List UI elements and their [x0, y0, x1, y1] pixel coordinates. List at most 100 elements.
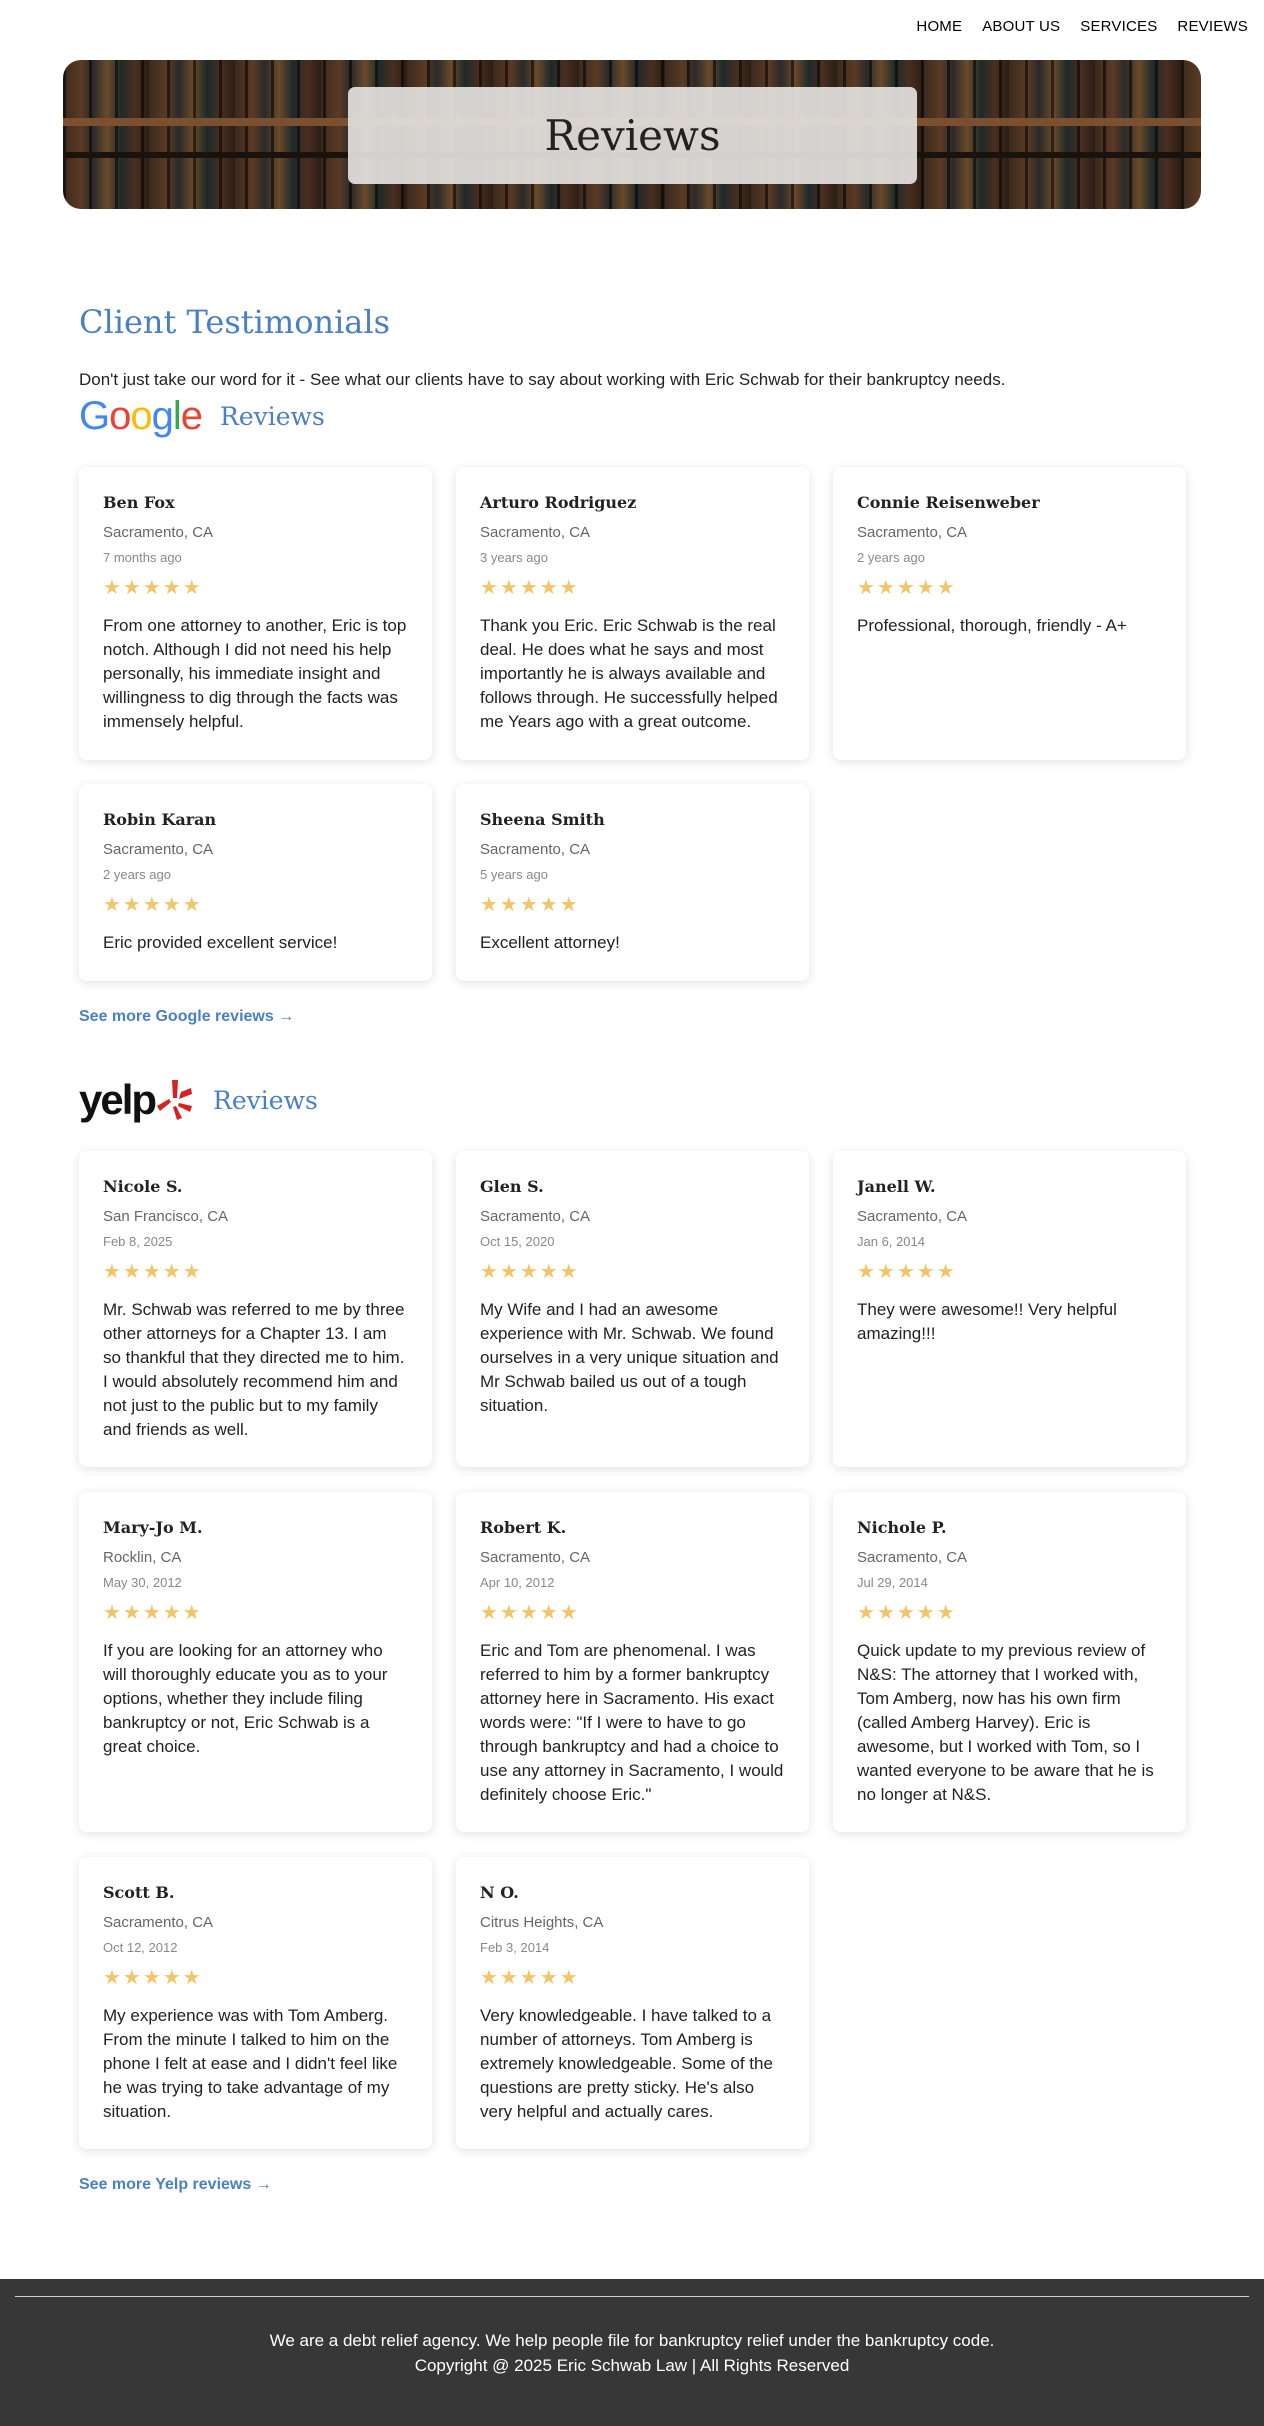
review-card: Sheena Smith Sacramento, CA 5 years ago ★★★… [456, 784, 809, 981]
review-text: Eric and Tom are phenomenal. I was refer… [480, 1641, 784, 1804]
review-text: My Wife and I had an awesome experience … [480, 1300, 779, 1415]
google-reviews-header: Google Reviews [79, 396, 325, 436]
review-text: Mr. Schwab was referred to me by three o… [103, 1300, 405, 1439]
review-text: If you are looking for an attorney who w… [103, 1641, 388, 1756]
review-date: Apr 10, 2012 [480, 1575, 555, 1590]
review-card: Glen S. Sacramento, CA Oct 15, 2020 ★★★★★ My… [456, 1151, 809, 1467]
review-date: Feb 3, 2014 [480, 1940, 550, 1955]
review-card: Mary-Jo M. Rocklin, CA May 30, 2012 ★★★★★ If… [79, 1492, 432, 1832]
review-card: Ben Fox Sacramento, CA 7 months ago ★★★★★ Fr… [79, 467, 432, 760]
review-card: Connie Reisenweber Sacramento, CA 2 years … [833, 467, 1186, 760]
reviewer-name: Glen S. [480, 1177, 544, 1196]
reviewer-name: Nichole P. [857, 1518, 947, 1537]
reviewer-name: Arturo Rodriguez [480, 493, 637, 512]
reviewer-location: Sacramento, CA [480, 841, 591, 858]
page-title: Reviews [544, 111, 721, 160]
review-card: Arturo Rodriguez Sacramento, CA 3 years ag… [456, 467, 809, 760]
see-more-google-link[interactable]: See more Google reviews → [79, 1008, 294, 1026]
yelp-logo-wordmark: yelp [79, 1076, 157, 1123]
reviewer-location: Sacramento, CA [857, 524, 968, 541]
yelp-logo: yelp [79, 1078, 195, 1122]
review-text: They were awesome!! Very helpful amazing… [857, 1300, 1117, 1343]
reviewer-location: Sacramento, CA [480, 1208, 591, 1225]
star-rating: ★★★★★ [480, 1261, 580, 1283]
reviewer-location: Sacramento, CA [103, 841, 214, 858]
star-rating: ★★★★★ [480, 894, 580, 916]
reviewer-location: Sacramento, CA [480, 524, 591, 541]
reviewer-location: Citrus Heights, CA [480, 1914, 604, 1931]
footer-copyright: Copyright @ 2025 Eric Schwab Law | All R… [414, 2356, 850, 2375]
star-rating: ★★★★★ [480, 1967, 580, 1989]
review-text: Excellent attorney! [480, 933, 620, 952]
reviewer-location: San Francisco, CA [103, 1208, 229, 1225]
reviewer-name: Ben Fox [103, 493, 175, 512]
reviewer-location: Rocklin, CA [103, 1549, 182, 1566]
review-date: Oct 12, 2012 [103, 1940, 178, 1955]
star-rating: ★★★★★ [480, 577, 580, 599]
review-date: 2 years ago [857, 550, 925, 565]
star-rating: ★★★★★ [480, 1602, 580, 1624]
review-text: My experience was with Tom Amberg. From … [103, 2006, 398, 2121]
reviewer-name: Connie Reisenweber [857, 493, 1040, 512]
reviewer-name: Nicole S. [103, 1177, 183, 1196]
star-rating: ★★★★★ [103, 1602, 203, 1624]
review-card: Robin Karan Sacramento, CA 2 years ago ★★★★… [79, 784, 432, 981]
reviewer-location: Sacramento, CA [857, 1549, 968, 1566]
review-text: From one attorney to another, Eric is to… [103, 616, 407, 731]
review-text: Professional, thorough, friendly - A+ [857, 616, 1127, 635]
review-text: Eric provided excellent service! [103, 933, 338, 952]
review-card: Nicole S. San Francisco, CA Feb 8, 2025 ★★★… [79, 1151, 432, 1467]
star-rating: ★★★★★ [103, 577, 203, 599]
review-date: Jul 29, 2014 [857, 1575, 928, 1590]
reviewer-location: Sacramento, CA [103, 524, 214, 541]
reviewer-location: Sacramento, CA [857, 1208, 968, 1225]
nav-about-link[interactable]: ABOUT US [982, 18, 1060, 35]
review-card: N O. Citrus Heights, CA Feb 3, 2014 ★★★★★ Ve… [456, 1857, 809, 2149]
nav-home-link[interactable]: HOME [916, 18, 962, 35]
review-date: 2 years ago [103, 867, 171, 882]
review-card: Janell W. Sacramento, CA Jan 6, 2014 ★★★★★ T… [833, 1151, 1186, 1467]
yelp-burst-icon [157, 1080, 193, 1120]
star-rating: ★★★★★ [857, 1261, 957, 1283]
nav-services-link[interactable]: SERVICES [1080, 18, 1157, 35]
reviewer-name: Scott B. [103, 1883, 175, 1902]
yelp-reviews-label: Reviews [213, 1085, 318, 1115]
review-date: May 30, 2012 [103, 1575, 182, 1590]
top-nav: HOME ABOUT US SERVICES REVIEWS [916, 18, 1248, 35]
see-more-yelp-link[interactable]: See more Yelp reviews → [79, 2176, 272, 2194]
reviewer-name: N O. [480, 1883, 519, 1902]
reviewer-location: Sacramento, CA [103, 1914, 214, 1931]
review-date: Oct 15, 2020 [480, 1234, 555, 1249]
review-card: Robert K. Sacramento, CA Apr 10, 2012 ★★★★★… [456, 1492, 809, 1832]
section-title: Client Testimonials [79, 303, 391, 341]
review-date: Feb 8, 2025 [103, 1234, 173, 1249]
reviewer-location: Sacramento, CA [480, 1549, 591, 1566]
hero-title-box: Reviews [348, 87, 917, 184]
google-reviews-label: Reviews [220, 401, 325, 431]
review-text: Quick update to my previous review of N&… [857, 1641, 1154, 1804]
reviewer-name: Robin Karan [103, 810, 217, 829]
intro-text: Don't just take our word for it - See wh… [79, 370, 1006, 389]
review-card: Scott B. Sacramento, CA Oct 12, 2012 ★★★★★ M… [79, 1857, 432, 2149]
nav-reviews-link[interactable]: REVIEWS [1177, 18, 1248, 35]
star-rating: ★★★★★ [857, 1602, 957, 1624]
star-rating: ★★★★★ [103, 1261, 203, 1283]
reviewer-name: Janell W. [857, 1177, 936, 1196]
star-rating: ★★★★★ [103, 894, 203, 916]
review-date: Jan 6, 2014 [857, 1234, 925, 1249]
hero-banner: Reviews [63, 60, 1201, 209]
footer-divider [15, 2296, 1249, 2297]
review-text: Very knowledgeable. I have talked to a n… [480, 2006, 773, 2121]
review-date: 7 months ago [103, 550, 182, 565]
yelp-reviews-header: yelp Reviews [79, 1078, 318, 1122]
google-logo: Google [79, 394, 203, 438]
review-card: Nichole P. Sacramento, CA Jul 29, 2014 ★★★★… [833, 1492, 1186, 1832]
review-date: 3 years ago [480, 550, 548, 565]
reviewer-name: Mary-Jo M. [103, 1518, 203, 1537]
reviewer-name: Sheena Smith [480, 810, 605, 829]
footer: We are a debt relief agency. We help peo… [0, 2279, 1264, 2426]
footer-disclaimer: We are a debt relief agency. We help peo… [269, 2331, 995, 2350]
star-rating: ★★★★★ [857, 577, 957, 599]
star-rating: ★★★★★ [103, 1967, 203, 1989]
review-text: Thank you Eric. Eric Schwab is the real … [480, 616, 778, 731]
